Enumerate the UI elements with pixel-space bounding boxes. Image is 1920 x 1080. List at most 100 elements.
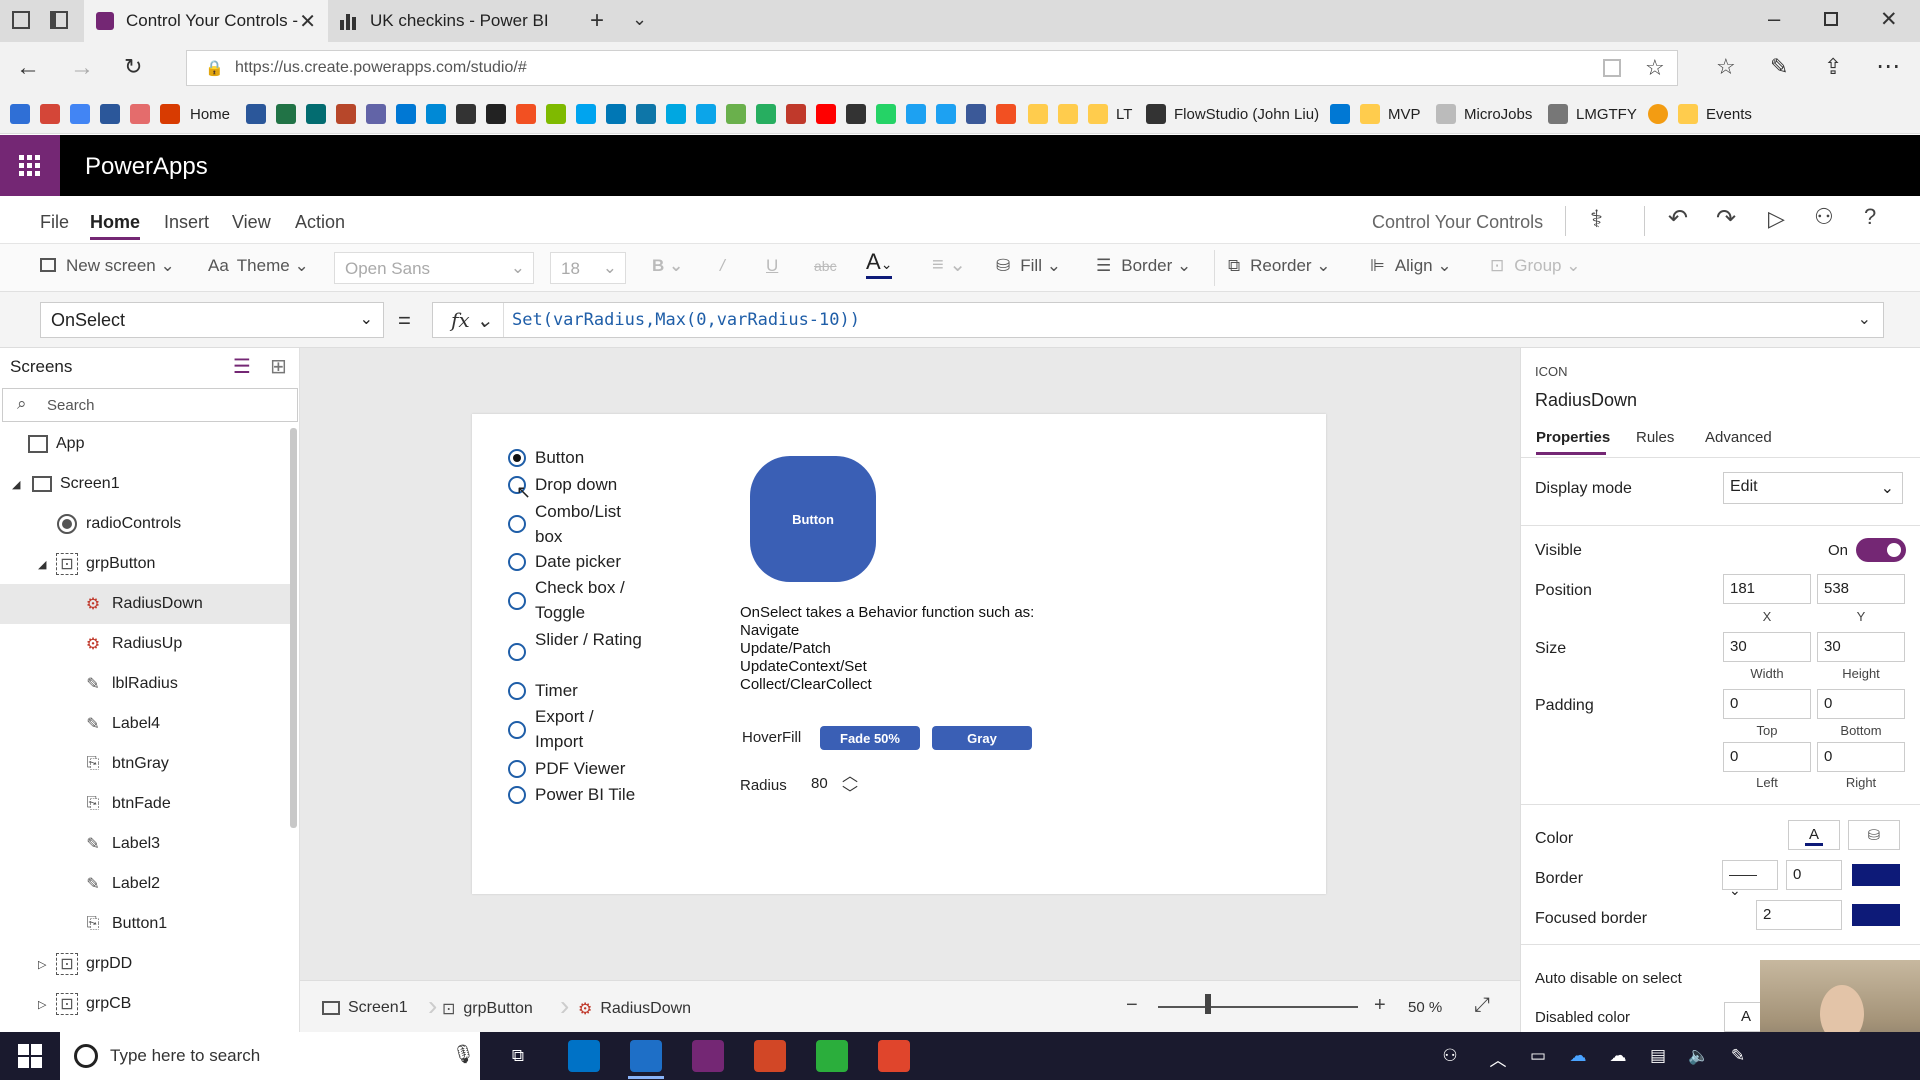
twitter2-favicon-icon[interactable] [936, 104, 956, 124]
upwork-favicon-icon[interactable] [726, 104, 746, 124]
youtube-favicon-icon[interactable] [816, 104, 836, 124]
redo-icon[interactable]: ↷ [1716, 204, 1736, 233]
tree-item-btnfade[interactable]: ⎘ btnFade [0, 784, 290, 824]
display-mode-dropdown[interactable]: Edit ⌄ [1723, 472, 1903, 504]
menu-view[interactable]: View [232, 212, 271, 233]
screens-search-input[interactable]: ⌕ Search [2, 388, 298, 422]
recorder-taskbar-icon[interactable] [878, 1040, 910, 1072]
excel-favicon-icon[interactable] [276, 104, 296, 124]
radio-option-slider-rating[interactable] [508, 643, 526, 661]
azure-favicon-icon[interactable] [426, 104, 446, 124]
restore-icon[interactable] [1824, 12, 1838, 26]
pen-favicon-icon[interactable] [1146, 104, 1166, 124]
width-input[interactable]: 30 [1723, 632, 1811, 662]
tab-uk-checkins[interactable]: UK checkins - Power BI [328, 0, 580, 42]
menu-action[interactable]: Action [295, 212, 345, 233]
tree-item-button1[interactable]: ⎘ Button1 [0, 904, 290, 944]
undo-icon[interactable]: ↶ [1668, 204, 1688, 233]
font-size-dropdown[interactable]: 18 ⌄ [550, 252, 626, 284]
video-favicon-icon[interactable] [636, 104, 656, 124]
word2-favicon-icon[interactable] [246, 104, 266, 124]
forward-icon[interactable]: → [70, 54, 94, 82]
linkedin-favicon-icon[interactable] [606, 104, 626, 124]
radio-option-date-picker[interactable] [508, 553, 526, 571]
radio-option-check-box-toggle[interactable] [508, 592, 526, 610]
onedrive-personal-tray-icon[interactable]: ☁ [1608, 1046, 1628, 1066]
new-screen-button[interactable]: New screen ⌄ [40, 256, 175, 276]
show-hidden-icons-chevron-icon[interactable]: ︿ [1488, 1046, 1508, 1070]
tree-item-label4[interactable]: ✎ Label4 [0, 704, 290, 744]
tree-item-lblradius[interactable]: ✎ lblRadius [0, 664, 290, 704]
app-launcher-waffle-icon[interactable] [0, 135, 60, 196]
app-checker-stethoscope-icon[interactable]: ⚕ [1590, 205, 1603, 234]
close-window-icon[interactable]: ✕ [1880, 7, 1898, 32]
close-tab-icon[interactable]: ✕ [299, 9, 316, 34]
bold-button[interactable]: B ⌄ [652, 256, 683, 276]
battery-icon[interactable]: ▭ [1528, 1046, 1548, 1066]
tree-item-screen1[interactable]: ◢ Screen1 [0, 464, 290, 504]
strikethrough-button[interactable]: abc [814, 258, 837, 274]
tab-control-your-controls[interactable]: Control Your Controls - ✕ [84, 0, 328, 42]
fx-icon[interactable]: fx ⌄ [451, 308, 493, 332]
padding-right-input[interactable]: 0 [1817, 742, 1905, 772]
border-button[interactable]: ☰ Border ⌄ [1096, 256, 1191, 276]
formula-expression[interactable]: Set(varRadius,Max(0,varRadius-10)) [512, 310, 860, 330]
collapse-caret-icon[interactable]: ◢ [38, 558, 56, 571]
microphone-icon[interactable]: 🎙 [452, 1044, 475, 1065]
radio-option-pdf-viewer[interactable] [508, 760, 526, 778]
msft4-favicon-icon[interactable] [996, 104, 1016, 124]
zoom-out-icon[interactable]: − [1126, 994, 1138, 1017]
airbnb-favicon-icon[interactable] [130, 104, 150, 124]
wifi-favicon-icon[interactable] [1436, 104, 1456, 124]
border-color-swatch[interactable] [1852, 864, 1900, 886]
people-icon[interactable]: ⚇ [1440, 1046, 1460, 1066]
back-icon[interactable]: ← [16, 54, 40, 82]
favorite-flowstudio[interactable]: FlowStudio (John Liu) [1174, 106, 1319, 123]
tab-advanced[interactable]: Advanced [1705, 429, 1772, 446]
n-favicon-icon[interactable] [786, 104, 806, 124]
tree-item-btngray[interactable]: ⎘ btnGray [0, 744, 290, 784]
cloud-favicon-icon[interactable] [696, 104, 716, 124]
flow-favicon-icon[interactable] [456, 104, 476, 124]
more-icon[interactable]: ⋯ [1876, 52, 1900, 81]
facebook-favicon-icon[interactable] [966, 104, 986, 124]
xing-favicon-icon[interactable] [666, 104, 686, 124]
lmgtfy-favicon-icon[interactable] [1548, 104, 1568, 124]
folder4-favicon-icon[interactable] [1360, 104, 1380, 124]
favorite-lt[interactable]: LT [1116, 106, 1132, 123]
demo-button[interactable]: Button [750, 456, 876, 582]
align-button[interactable]: ⊫ Align ⌄ [1370, 256, 1452, 276]
taskbar-search-box[interactable]: Type here to search 🎙 [60, 1032, 480, 1080]
tree-item-label2[interactable]: ✎ Label2 [0, 864, 290, 904]
favorite-events[interactable]: Events [1706, 106, 1752, 123]
btn-gray[interactable]: Gray [932, 726, 1032, 750]
reorder-button[interactable]: ⧉ Reorder ⌄ [1228, 256, 1331, 276]
tree-scrollbar[interactable] [290, 428, 297, 828]
height-input[interactable]: 30 [1817, 632, 1905, 662]
visible-toggle[interactable] [1856, 538, 1906, 562]
position-x-input[interactable]: 181 [1723, 574, 1811, 604]
volume-icon[interactable]: 🔈 [1688, 1046, 1709, 1066]
teams-favicon-icon[interactable] [366, 104, 386, 124]
connector-favicon-icon[interactable] [486, 104, 506, 124]
msft3-favicon-icon[interactable] [576, 104, 596, 124]
list-view-icon[interactable]: ☰ [233, 354, 251, 379]
msft-favicon-icon[interactable] [516, 104, 536, 124]
tab-actions-icon[interactable] [12, 11, 30, 29]
tree-item-grpcb[interactable]: ▷ ⊡ grpCB [0, 984, 290, 1024]
fit-to-window-icon[interactable]: ⤢ [1474, 994, 1490, 1017]
folder-favicon-icon[interactable] [1028, 104, 1048, 124]
set-aside-tabs-icon[interactable] [50, 11, 68, 29]
twitter-favicon-icon[interactable] [906, 104, 926, 124]
font-dropdown[interactable]: Open Sans ⌄ [334, 252, 534, 284]
breadcrumb-screen1[interactable]: Screen1 [322, 999, 408, 1017]
tab-rules[interactable]: Rules [1636, 429, 1674, 446]
radio-option-timer[interactable] [508, 682, 526, 700]
tree-item-radiusup[interactable]: ⚙ RadiusUp [0, 624, 290, 664]
zoom-slider-thumb[interactable] [1205, 994, 1211, 1014]
tree-item-label3[interactable]: ✎ Label3 [0, 824, 290, 864]
focused-border-input[interactable]: 2 [1756, 900, 1842, 930]
radio-option-combo-list-box[interactable] [508, 515, 526, 533]
outlook-taskbar-icon[interactable] [568, 1040, 600, 1072]
border-style-dropdown[interactable]: —— ⌄ [1722, 860, 1778, 898]
